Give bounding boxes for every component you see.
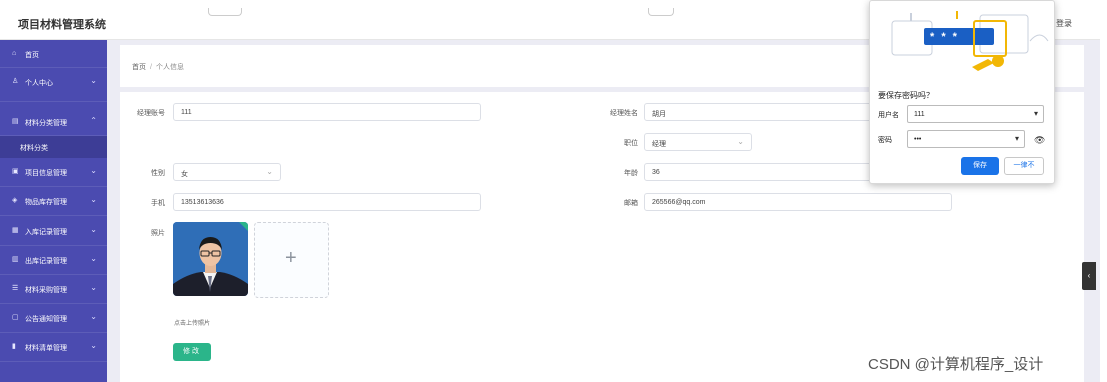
sidebar-item-label: 公告通知管理: [25, 316, 67, 323]
email-label: 邮箱: [624, 200, 638, 207]
sidebar-item-category[interactable]: ▤ 材料分类管理 ⌃: [0, 108, 107, 136]
sidebar-item-label: 入库记录管理: [25, 229, 67, 236]
chevron-down-icon: ⌄: [90, 341, 97, 350]
submit-button[interactable]: 修改: [173, 343, 211, 361]
position-value: 经理: [652, 141, 666, 148]
sidebar-item-notice[interactable]: ▢ 公告通知管理 ⌄: [0, 304, 107, 333]
age-label: 年龄: [624, 170, 638, 177]
profile-photo: [173, 222, 248, 296]
sidebar-item-label: 材料分类管理: [25, 120, 67, 127]
masked-password-display: * * *: [930, 31, 959, 43]
chevron-down-icon: ⌄: [737, 137, 744, 146]
chevron-down-icon: ⌄: [90, 254, 97, 263]
sidebar-item-outbound[interactable]: ▥ 出库记录管理 ⌄: [0, 246, 107, 275]
phone-input[interactable]: 13513613636: [173, 193, 481, 211]
phone-label: 手机: [151, 200, 165, 207]
inventory-icon: ◈: [12, 197, 18, 204]
sidebar-item-label: 个人中心: [25, 80, 53, 87]
never-save-button[interactable]: 一律不: [1004, 157, 1044, 175]
sidebar-item-label: 材料清单管理: [25, 345, 67, 352]
watermark: CSDN @计算机程序_设计: [868, 356, 1044, 373]
list-icon: ▮: [12, 343, 16, 350]
password-value: •••: [914, 136, 922, 143]
portrait-image: [173, 222, 248, 296]
notice-icon: ▢: [12, 314, 19, 321]
inbound-icon: ▦: [12, 227, 19, 234]
sidebar-item-inventory[interactable]: ◈ 物品库存管理 ⌄: [0, 187, 107, 216]
breadcrumb-home[interactable]: 首页: [132, 64, 146, 71]
photo-uploader[interactable]: +: [254, 222, 329, 298]
chevron-down-icon: ⌄: [90, 195, 97, 204]
username-label: 用户名: [878, 112, 899, 119]
username-value: 111: [914, 111, 925, 118]
project-icon: ▣: [12, 168, 19, 175]
category-icon: ▤: [12, 118, 19, 125]
chevron-down-icon: ⌄: [90, 76, 97, 85]
sidebar-item-user[interactable]: ♙ 个人中心 ⌄: [0, 68, 107, 102]
logout-link[interactable]: 登录: [1056, 18, 1072, 29]
email-input[interactable]: 265566@qq.com: [644, 193, 952, 211]
photo-label: 照片: [151, 230, 165, 237]
top-decoration: [648, 8, 674, 16]
plus-icon: +: [285, 247, 297, 269]
account-input[interactable]: 111: [173, 103, 481, 121]
home-icon: ⌂: [12, 50, 17, 57]
account-label: 经理账号: [137, 110, 165, 117]
dropdown-arrow-icon: ▾: [1014, 134, 1019, 143]
sidebar-item-purchase[interactable]: ☰ 材料采购管理 ⌄: [0, 275, 107, 304]
username-field[interactable]: 111 ▾: [907, 105, 1044, 123]
position-select[interactable]: 经理 ⌄: [644, 133, 752, 151]
top-decoration: [208, 8, 242, 16]
chevron-down-icon: ⌄: [90, 283, 97, 292]
sidebar-item-project[interactable]: ▣ 项目信息管理 ⌄: [0, 158, 107, 187]
sidebar-item-label: 材料采购管理: [25, 287, 67, 294]
password-label: 密码: [878, 137, 892, 144]
save-password-button[interactable]: 保存: [961, 157, 999, 175]
sidebar-subitem-label: 材料分类: [20, 145, 48, 152]
popup-title: 要保存密码吗？: [878, 91, 934, 100]
dropdown-arrow-icon: ▾: [1033, 109, 1038, 118]
sidebar-item-label: 项目信息管理: [25, 170, 67, 177]
age-input[interactable]: 36: [644, 163, 874, 181]
sidebar-item-inbound[interactable]: ▦ 入库记录管理 ⌄: [0, 217, 107, 246]
name-input[interactable]: 胡月: [644, 103, 874, 121]
sidebar-item-home[interactable]: ⌂ 首页: [0, 40, 107, 68]
name-label: 经理姓名: [610, 110, 638, 117]
chevron-up-icon: ⌃: [90, 116, 97, 125]
breadcrumb: 首页 / 个人信息: [132, 62, 184, 72]
user-icon: ♙: [12, 78, 19, 85]
sidebar-item-label: 首页: [25, 52, 39, 59]
chevron-down-icon: ⌄: [90, 166, 97, 175]
collapse-handle[interactable]: ‹: [1082, 262, 1096, 290]
gender-label: 性别: [151, 170, 165, 177]
breadcrumb-separator: /: [150, 64, 152, 71]
chevron-down-icon: ⌄: [90, 312, 97, 321]
purchase-icon: ☰: [12, 285, 19, 292]
position-label: 职位: [624, 140, 638, 147]
chevron-down-icon: ⌄: [266, 167, 273, 176]
gender-value: 女: [181, 171, 188, 178]
sidebar-item-list[interactable]: ▮ 材料清单管理 ⌄: [0, 333, 107, 362]
sidebar-subitem-category[interactable]: 材料分类: [0, 136, 107, 158]
sidebar-item-label: 物品库存管理: [25, 199, 67, 206]
password-field[interactable]: ••• ▾: [907, 130, 1025, 148]
password-illustration: [891, 11, 1049, 71]
breadcrumb-current: 个人信息: [155, 64, 184, 71]
upload-tip: 点击上传照片: [174, 321, 211, 327]
outbound-icon: ▥: [12, 256, 19, 263]
eye-icon[interactable]: 👁: [1034, 135, 1045, 146]
app-title: 项目材料管理系统: [18, 19, 106, 31]
chevron-down-icon: ⌄: [90, 225, 97, 234]
gender-select[interactable]: 女 ⌄: [173, 163, 281, 181]
sidebar-item-label: 出库记录管理: [25, 258, 67, 265]
